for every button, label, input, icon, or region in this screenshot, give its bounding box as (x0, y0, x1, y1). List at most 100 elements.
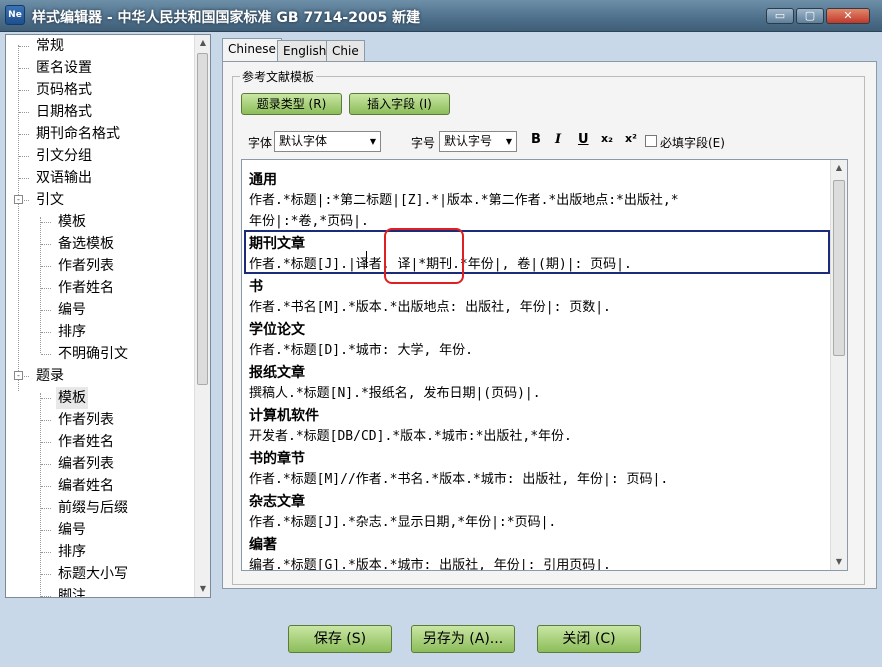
minimize-button[interactable]: ▭ (766, 8, 794, 24)
tree-connector (19, 134, 29, 135)
font-label: 字体 (248, 136, 273, 150)
tree-connector (19, 90, 29, 91)
tree-connector (40, 393, 41, 597)
entry-template-text[interactable]: 作者.*标题[D].*城市: 大学, 年份. (249, 340, 473, 361)
tree-item[interactable]: 编者列表 (56, 453, 116, 475)
tree-item[interactable]: 作者姓名 (56, 431, 116, 453)
scroll-thumb[interactable] (833, 180, 845, 356)
insert-field-button[interactable]: 插入字段 (I) (349, 93, 450, 115)
tree-connector (41, 398, 51, 399)
tree-item[interactable]: 排序 (56, 541, 88, 563)
entry-template-text[interactable]: 作者.*标题[J].*杂志.*显示日期,*年份|:*页码|. (249, 512, 556, 533)
collapse-icon[interactable]: - (14, 195, 23, 204)
entry-template-text[interactable]: 作者.*标题[M]//作者.*书名.*版本.*城市: 出版社, 年份|: 页码|… (249, 469, 668, 490)
maximize-button[interactable]: ▢ (796, 8, 824, 24)
required-field-label[interactable]: 必填字段(E) (660, 134, 725, 151)
tree-connector (19, 112, 29, 113)
tree-connector (41, 222, 51, 223)
tree-item[interactable]: 题录 (34, 365, 66, 387)
settings-tree: 常规 匿名设置 页码格式 日期格式 期刊命名格式 引文分组 双语输出 - 引文 模板 备选模板 作者列… (5, 34, 211, 598)
entry-template-text[interactable]: 作者.*标题|:*第二标题|[Z].*|版本.*第二作者.*出版地点:*出版社,… (249, 190, 679, 211)
scroll-up-arrow-icon[interactable]: ▲ (195, 35, 210, 51)
scroll-up-arrow-icon[interactable]: ▲ (831, 160, 847, 176)
save-as-button[interactable]: 另存为 (A)... (411, 625, 515, 653)
tree-item[interactable]: 编号 (56, 519, 88, 541)
group-label: 参考文献模板 (240, 68, 317, 85)
tree-connector (41, 420, 51, 421)
tree-item[interactable]: 页码格式 (34, 79, 94, 101)
tree-item[interactable]: 前缀与后缀 (56, 497, 130, 519)
tree-connector (41, 464, 51, 465)
entry-template-text[interactable]: 开发者.*标题[DB/CD].*版本.*城市:*出版社,*年份. (249, 426, 572, 447)
italic-button[interactable]: I (555, 132, 561, 147)
tab-chie[interactable]: Chie (326, 40, 365, 62)
tree-item[interactable]: 模板 (56, 211, 88, 233)
entry-template-text[interactable]: 作者.*书名[M].*版本.*出版地点: 出版社, 年份|: 页数|. (249, 297, 611, 318)
tree-connector (41, 530, 51, 531)
tree-connector (41, 574, 51, 575)
tree-connector (41, 486, 51, 487)
tree-item[interactable]: 脚注 (56, 585, 88, 597)
app-icon: Ne (5, 5, 25, 25)
style-editor-window: Ne 样式编辑器 - 中华人民共和国国家标准 GB 7714-2005 新建 ▭… (0, 0, 882, 667)
tree-item[interactable]: 排序 (56, 321, 88, 343)
subscript-button[interactable]: x₂ (601, 132, 613, 145)
font-select[interactable]: 默认字体 ▼ (274, 131, 381, 152)
size-label: 字号 (411, 136, 436, 150)
entry-template-text[interactable]: 年份|:*卷,*页码|. (249, 211, 369, 232)
tree-item[interactable]: 引文 (34, 189, 66, 211)
tree-connector (19, 178, 29, 179)
entry-name: 学位论文 (249, 322, 305, 338)
tree-item[interactable]: 作者列表 (56, 409, 116, 431)
tree-item[interactable]: 双语输出 (34, 167, 94, 189)
tree-item[interactable]: 期刊命名格式 (34, 123, 122, 145)
tree-connector (41, 596, 51, 597)
entry-name: 通用 (249, 172, 277, 188)
scroll-down-arrow-icon[interactable]: ▼ (195, 581, 210, 597)
scroll-down-arrow-icon[interactable]: ▼ (831, 554, 847, 570)
tree-item[interactable]: 作者姓名 (56, 277, 116, 299)
text-cursor (366, 251, 367, 268)
title-bar: Ne 样式编辑器 - 中华人民共和国国家标准 GB 7714-2005 新建 ▭… (0, 0, 882, 32)
close-window-button[interactable]: ✕ (826, 8, 870, 24)
tree-connector (41, 442, 51, 443)
tree-item[interactable]: 备选模板 (56, 233, 116, 255)
entry-name: 杂志文章 (249, 494, 305, 510)
save-button[interactable]: 保存 (S) (288, 625, 392, 653)
tab-english[interactable]: English (277, 40, 333, 62)
tree-item[interactable]: 编号 (56, 299, 88, 321)
tree-connector (41, 332, 51, 333)
entry-name: 书 (249, 279, 263, 295)
tree-item[interactable]: 常规 (34, 35, 66, 57)
tree-connector (19, 156, 29, 157)
tree-item[interactable]: 作者列表 (56, 255, 116, 277)
tree-item[interactable]: 不明确引文 (56, 343, 130, 365)
tree-item[interactable]: 编者姓名 (56, 475, 116, 497)
bold-button[interactable]: B (531, 132, 541, 147)
font-value: 默认字体 (279, 134, 328, 148)
close-button[interactable]: 关闭 (C) (537, 625, 641, 653)
tree-connector (41, 266, 51, 267)
chevron-down-icon: ▼ (369, 137, 376, 146)
collapse-icon[interactable]: - (14, 371, 23, 380)
tree-item[interactable]: 标题大小写 (56, 563, 130, 585)
size-select[interactable]: 默认字号 ▼ (439, 131, 517, 152)
ref-type-button[interactable]: 题录类型 (R) (241, 93, 342, 115)
tree-item[interactable]: 匿名设置 (34, 57, 94, 79)
template-editor[interactable]: 通用作者.*标题|:*第二标题|[Z].*|版本.*第二作者.*出版地点:*出版… (241, 159, 848, 571)
superscript-button[interactable]: x² (625, 132, 637, 145)
tree-scrollbar[interactable]: ▲ ▼ (194, 35, 210, 597)
entry-template-text[interactable]: 编者.*标题[G].*版本.*城市: 出版社, 年份|: 引用页码|. (249, 555, 611, 570)
required-field-checkbox[interactable] (645, 135, 657, 147)
tree-item[interactable]: 日期格式 (34, 101, 94, 123)
editor-scrollbar[interactable]: ▲ ▼ (830, 160, 847, 570)
tree-item[interactable]: 引文分组 (34, 145, 94, 167)
tree-connector (41, 354, 51, 355)
underline-button[interactable]: U (578, 132, 589, 147)
tab-chinese[interactable]: Chinese (222, 38, 282, 62)
scroll-thumb[interactable] (197, 53, 208, 385)
tree-connector (19, 68, 29, 69)
tree-connector (19, 46, 29, 47)
entry-template-text[interactable]: 撰稿人.*标题[N].*报纸名, 发布日期|(页码)|. (249, 383, 541, 404)
tree-item[interactable]: 模板 (56, 387, 88, 409)
